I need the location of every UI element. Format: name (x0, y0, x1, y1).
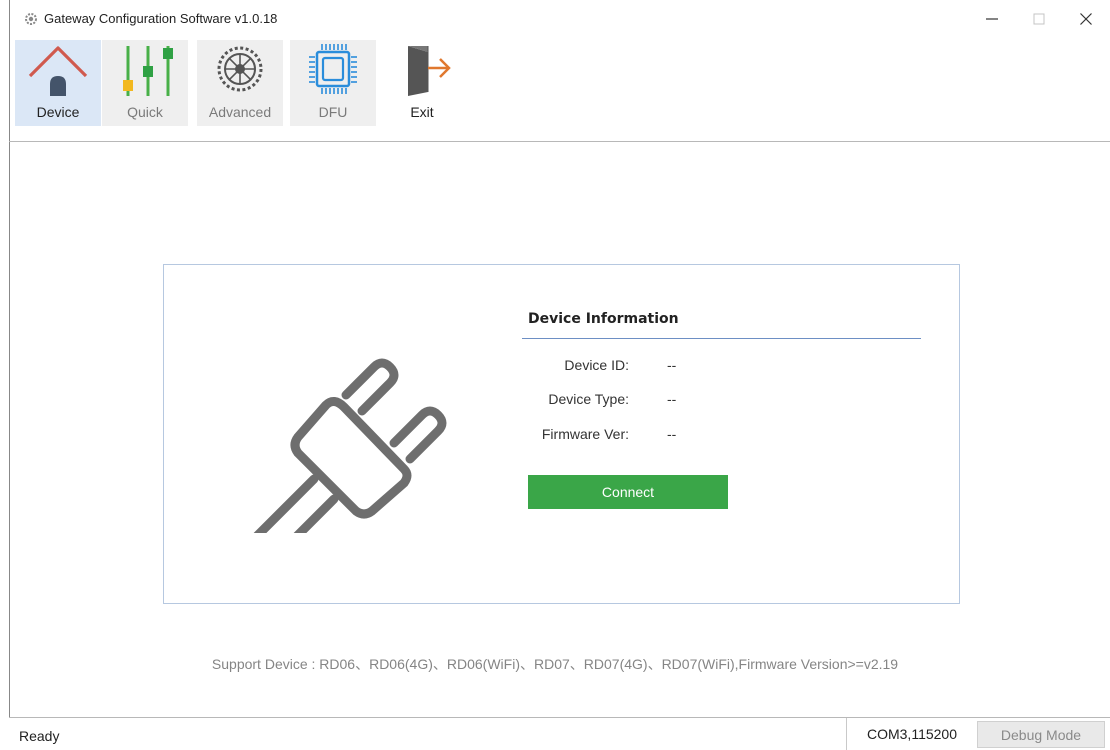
tab-device[interactable]: Device (15, 40, 101, 126)
title-bar: Gateway Configuration Software v1.0.18 (0, 0, 1110, 38)
exit-button[interactable]: Exit (379, 40, 465, 126)
close-button[interactable] (1071, 6, 1101, 32)
tab-quick[interactable]: Quick (102, 40, 188, 126)
plug-icon (253, 358, 447, 533)
toolbar-divider (9, 141, 1110, 142)
device-id-value: -- (667, 357, 677, 373)
tab-dfu-label: DFU (318, 104, 348, 120)
maximize-icon (1033, 13, 1045, 25)
chip-icon (309, 44, 357, 94)
house-icon (28, 46, 88, 96)
device-info-underline (522, 338, 921, 339)
status-text: Ready (19, 728, 60, 744)
maximize-button[interactable] (1024, 6, 1054, 32)
firmware-ver-label: Firmware Ver: (541, 426, 629, 442)
window-title: Gateway Configuration Software v1.0.18 (44, 11, 278, 26)
tab-quick-label: Quick (127, 104, 163, 120)
gear-icon (217, 46, 263, 92)
exit-door-icon (408, 46, 451, 96)
device-type-value: -- (667, 391, 677, 407)
exit-label: Exit (410, 104, 434, 120)
status-bar: Ready COM3,115200 Debug Mode (9, 717, 1110, 750)
com-port-status: COM3,115200 (846, 718, 977, 750)
tab-device-label: Device (36, 104, 80, 120)
device-info-title: Device Information (528, 311, 679, 327)
tab-advanced-label: Advanced (208, 104, 272, 120)
device-info-card: Device Information Device ID: -- Device … (163, 264, 960, 604)
firmware-ver-value: -- (667, 426, 677, 442)
minimize-icon (986, 18, 998, 20)
app-window: Gateway Configuration Software v1.0.18 D… (0, 0, 1110, 750)
sliders-icon (123, 46, 173, 96)
support-device-text: Support Device : RD06、RD06(4G)、RD06(WiFi… (211, 656, 899, 672)
device-id-row: Device ID: -- (464, 357, 764, 377)
toolbar: Device Quick Advanced DFU Exit (15, 40, 475, 126)
device-id-label: Device ID: (564, 357, 629, 373)
tab-dfu[interactable]: DFU (290, 40, 376, 126)
firmware-ver-row: Firmware Ver: -- (464, 426, 764, 446)
connect-button[interactable]: Connect (528, 475, 728, 509)
app-gear-icon (25, 13, 37, 25)
window-edge (9, 0, 10, 749)
device-type-row: Device Type: -- (464, 391, 764, 411)
device-type-label: Device Type: (548, 391, 629, 407)
debug-mode-button[interactable]: Debug Mode (977, 721, 1105, 748)
tab-advanced[interactable]: Advanced (197, 40, 283, 126)
close-icon (1080, 13, 1092, 25)
minimize-button[interactable] (977, 6, 1007, 32)
